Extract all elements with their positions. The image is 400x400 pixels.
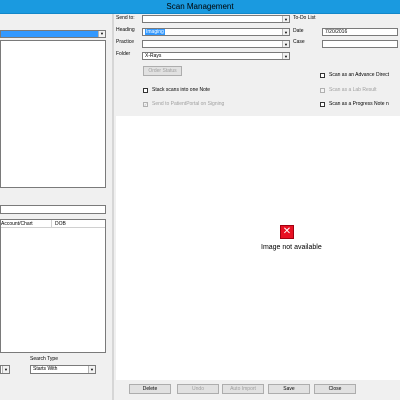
advance-directive-option[interactable]: Scan as an Advance Direct (320, 72, 389, 78)
chevron-down-icon: ▼ (98, 31, 105, 37)
advance-directive-label: Scan as an Advance Direct (329, 72, 390, 78)
heading-label: Heading (116, 27, 135, 33)
portal-checkbox[interactable]: ✓ (143, 101, 148, 107)
patient-selector[interactable]: ▼ (0, 30, 106, 38)
advance-directive-checkbox[interactable] (320, 72, 325, 78)
search-type-select[interactable]: Starts With ▼ (30, 365, 96, 374)
order-status-button[interactable]: Order Status (143, 66, 182, 76)
folder-label: Folder (116, 51, 131, 57)
close-button[interactable]: Close (314, 384, 356, 394)
portal-label: Send to PatientPortal on Signing (152, 101, 225, 107)
column-header-dob[interactable]: DOB (55, 220, 66, 228)
case-field[interactable] (322, 40, 398, 48)
column-header-account[interactable]: Account/Chart (1, 220, 52, 228)
practice-select[interactable]: ▼ (142, 40, 290, 48)
chevron-down-icon: ▼ (88, 366, 95, 373)
heading-select[interactable]: Imaging ▼ (142, 28, 290, 36)
results-header: Account/Chart DOB (1, 220, 105, 228)
case-label: Case (293, 39, 305, 45)
error-icon: ✕ (280, 225, 294, 239)
panel-splitter[interactable] (112, 14, 114, 400)
stack-scans-option[interactable]: Stack scans into one Note (143, 87, 210, 93)
lab-result-option[interactable]: Scan as a Lab Result (320, 87, 377, 93)
delete-button[interactable]: Delete (129, 384, 171, 394)
progress-note-option[interactable]: Scan as a Progress Note n (320, 101, 389, 107)
stack-scans-label: Stack scans into one Note (152, 87, 211, 93)
chevron-down-icon: ▼ (282, 29, 289, 35)
image-preview: ✕ Image not available (116, 116, 400, 380)
undo-button[interactable]: Undo (177, 384, 219, 394)
image-unavailable-text: Image not available (261, 244, 322, 251)
chevron-down-icon: ▼ (2, 366, 9, 373)
progress-note-label: Scan as a Progress Note n (329, 101, 389, 107)
lab-result-label: Scan as a Lab Result (329, 87, 377, 93)
date-label: Date (293, 28, 304, 34)
patient-list[interactable] (0, 40, 106, 188)
chevron-down-icon: ▼ (282, 53, 289, 59)
results-table[interactable]: Account/Chart DOB (0, 219, 106, 353)
search-input[interactable] (0, 205, 106, 214)
search-type-label: Search Type (30, 356, 58, 362)
chevron-down-icon: ▼ (282, 16, 289, 22)
window-title: Scan Management (0, 0, 400, 14)
save-button[interactable]: Save (268, 384, 310, 394)
left-panel: ▼ Account/Chart DOB ▼ Search Type Starts… (0, 14, 112, 400)
folder-select[interactable]: X-Rays ▼ (142, 52, 290, 60)
date-field[interactable]: 7/20/2016 (322, 28, 398, 36)
practice-label: Practice (116, 39, 135, 45)
search-field-select[interactable]: ▼ (0, 365, 10, 374)
auto-import-button[interactable]: Auto Import (222, 384, 264, 394)
todo-list-label: To-Do List (293, 15, 316, 21)
chevron-down-icon: ▼ (282, 41, 289, 47)
send-to-select[interactable]: ▼ (142, 15, 290, 23)
lab-result-checkbox[interactable] (320, 87, 325, 93)
stack-scans-checkbox[interactable] (143, 87, 148, 93)
portal-option[interactable]: ✓ Send to PatientPortal on Signing (143, 101, 224, 107)
progress-note-checkbox[interactable] (320, 101, 325, 107)
send-to-label: Send to: (116, 15, 135, 21)
